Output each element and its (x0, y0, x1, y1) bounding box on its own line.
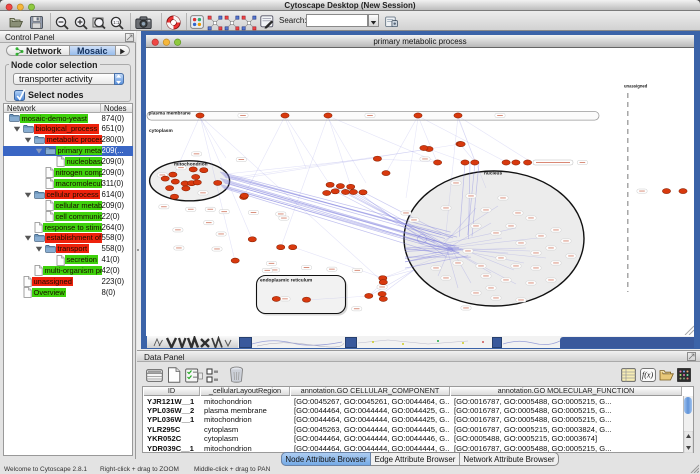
svg-text:nucleus: nucleus (484, 170, 502, 176)
svg-text:unassigned: unassigned (624, 83, 648, 88)
svg-text:1:1: 1:1 (113, 20, 120, 25)
svg-text:cytoplasm: cytoplasm (149, 128, 173, 134)
svg-text:plasma membrane: plasma membrane (149, 110, 191, 116)
svg-text:f(x): f(x) (642, 371, 653, 380)
svg-text:endoplasmic reticulum: endoplasmic reticulum (260, 277, 312, 283)
